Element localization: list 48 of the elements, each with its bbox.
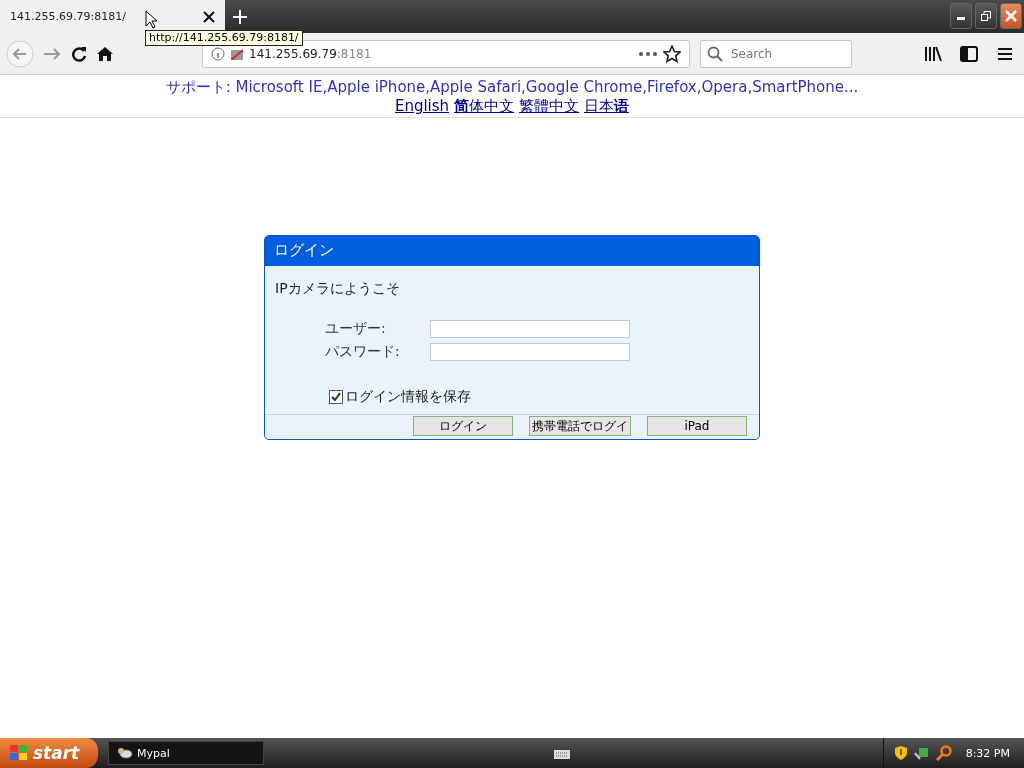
reload-icon[interactable] xyxy=(70,44,88,63)
start-button[interactable]: start xyxy=(0,738,98,768)
language-link[interactable]: English xyxy=(394,97,450,116)
minimize-button[interactable] xyxy=(950,3,972,29)
field-label: ユーザー: xyxy=(325,320,387,338)
browser-tab[interactable]: 141.255.69.79:8181/ xyxy=(0,0,225,33)
info-icon xyxy=(211,46,225,61)
insecure-lock-icon xyxy=(231,47,243,60)
close-icon[interactable] xyxy=(203,10,215,23)
close-button[interactable] xyxy=(1000,3,1022,29)
language-link[interactable]: 日本语 xyxy=(584,97,630,116)
back-icon[interactable] xyxy=(6,39,34,68)
search-field[interactable]: Search xyxy=(700,39,852,68)
field-label: パスワード: xyxy=(325,343,401,361)
input-field[interactable] xyxy=(430,343,630,361)
login-button[interactable]: iPad xyxy=(647,416,747,436)
login-button[interactable]: ログイン xyxy=(413,416,513,436)
language-link[interactable]: 简体中文 xyxy=(454,97,515,116)
login-button[interactable]: 携帯電話でログイ xyxy=(529,416,631,436)
url-tooltip: http://141.255.69.79:8181/ xyxy=(145,30,303,46)
language-link[interactable]: 繁體中文 xyxy=(519,97,580,116)
menu-icon[interactable] xyxy=(998,47,1012,60)
checkbox-label: ログイン情報を保存 xyxy=(345,388,471,406)
sidebar-icon[interactable] xyxy=(960,45,978,62)
welcome-text: IPカメラにようこそ xyxy=(274,279,401,298)
shield-icon[interactable] xyxy=(893,745,908,761)
more-icon[interactable] xyxy=(639,51,657,56)
mouse-cursor-icon xyxy=(145,10,157,29)
panel-title: ログイン xyxy=(265,236,759,266)
checkbox[interactable] xyxy=(329,390,343,404)
home-icon[interactable] xyxy=(96,44,114,63)
network-icon[interactable] xyxy=(913,745,930,761)
tab-title: 141.255.69.79:8181/ xyxy=(10,10,126,23)
input-field[interactable] xyxy=(430,320,630,338)
star-icon[interactable] xyxy=(663,44,681,63)
magnifier-icon[interactable] xyxy=(935,745,952,761)
support-text: サポート: Microsoft IE,Apple iPhone,Apple Safari,Google Chrome,Firefox,Opera,SmartPhone... xyxy=(165,78,859,97)
app-icon xyxy=(117,746,133,760)
windows-flag-icon xyxy=(10,745,28,761)
taskbar-item[interactable]: Mypal xyxy=(108,741,264,765)
url-text: 141.255.69.79:8181 xyxy=(249,46,373,61)
close-icon xyxy=(1005,10,1017,22)
restore-button[interactable] xyxy=(975,3,997,29)
search-icon xyxy=(707,45,723,62)
clock: 8:32 PM xyxy=(965,746,1010,760)
keyboard-icon[interactable] xyxy=(554,747,571,759)
restore-icon xyxy=(981,11,991,21)
library-icon[interactable] xyxy=(924,45,942,62)
